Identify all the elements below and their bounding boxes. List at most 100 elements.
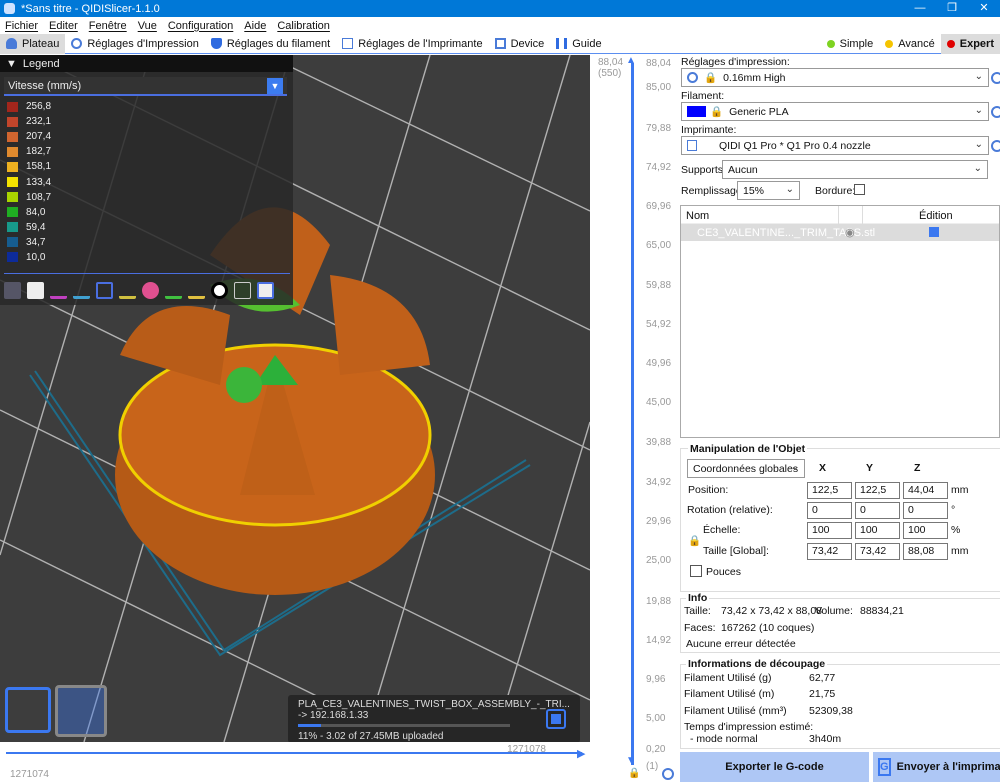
tab-print-settings[interactable]: Réglages d'Impression <box>65 34 205 54</box>
scale-x-field[interactable]: 100 <box>807 522 852 539</box>
layer-tick-label: 85,00 <box>646 82 672 93</box>
horizontal-slider[interactable]: 1271078 ▶ 1271074 <box>0 742 590 782</box>
maximize-button[interactable]: ❐ <box>936 0 968 17</box>
shells-icon[interactable] <box>234 282 251 299</box>
size-z-field[interactable]: 88,08 <box>903 543 948 560</box>
tab-guide[interactable]: Guide <box>550 34 607 54</box>
3d-view-button[interactable] <box>5 687 51 733</box>
legend-header[interactable]: ▼ Legend <box>0 55 293 72</box>
size-x-field[interactable]: 73,42 <box>807 543 852 560</box>
pause-icon[interactable] <box>165 282 182 299</box>
print-profile-select[interactable]: 🔒 0.16mm High ⌄ <box>681 68 989 87</box>
size-y-field[interactable]: 73,42 <box>855 543 900 560</box>
supports-select[interactable]: Aucun ⌄ <box>722 160 988 179</box>
tool-marker-icon[interactable] <box>257 282 274 299</box>
edit-print-profile-icon[interactable] <box>991 72 1000 84</box>
window-title: *Sans titre - QIDISlicer-1.1.0 <box>21 2 160 15</box>
legend-value: 59,4 <box>26 221 46 233</box>
legend-color-swatch <box>7 101 18 112</box>
edit-object-icon[interactable] <box>929 227 939 237</box>
tab-device[interactable]: Device <box>489 34 551 54</box>
upper-thumb[interactable]: ▲ <box>626 55 636 66</box>
title-bar: *Sans titre - QIDISlicer-1.1.0 — ❐ ✕ <box>0 0 1000 17</box>
menu-vue[interactable]: Vue <box>138 20 157 32</box>
lower-thumb[interactable]: ▼ <box>626 755 636 766</box>
filament-select[interactable]: 🔒 Generic PLA ⌄ <box>681 102 989 121</box>
brim-checkbox[interactable] <box>854 184 865 195</box>
scale-lock-icon[interactable]: 🔒 <box>688 534 701 547</box>
menu-calibration[interactable]: Calibration <box>277 20 330 32</box>
slider-thumb[interactable]: ▶ <box>577 747 585 760</box>
edit-printer-icon[interactable] <box>991 140 1000 152</box>
lock-icon[interactable]: 🔒 <box>628 768 640 779</box>
legend-item: 10,0 <box>0 250 293 265</box>
menu-fichier[interactable]: Fichier <box>5 20 38 32</box>
retractions-icon[interactable] <box>50 282 67 299</box>
send-to-printer-button[interactable]: GEnvoyer à l'imprimante <box>873 752 1000 782</box>
legend-color-swatch <box>7 131 18 142</box>
custom-gcode-icon[interactable] <box>188 282 205 299</box>
tab-filament-settings[interactable]: Réglages du filament <box>205 34 336 54</box>
wipe-icon[interactable] <box>27 282 44 299</box>
upload-notification: PLA_CE3_VALENTINES_TWIST_BOX_ASSEMBLY_-_… <box>288 695 580 743</box>
inches-checkbox[interactable] <box>690 565 702 577</box>
center-of-gravity-icon[interactable] <box>211 282 228 299</box>
legend-value: 256,8 <box>26 101 52 113</box>
tool-changes-icon[interactable] <box>119 282 136 299</box>
chevron-down-icon: ⌄ <box>974 71 983 82</box>
coordinate-system-select[interactable]: Coordonnées globales ⌄ <box>687 459 805 478</box>
legend-color-swatch <box>7 116 18 127</box>
position-y-field[interactable]: 122,5 <box>855 482 900 499</box>
edit-filament-icon[interactable] <box>991 106 1000 118</box>
position-z-field[interactable]: 44,04 <box>903 482 948 499</box>
legend-item: 232,1 <box>0 114 293 129</box>
lock-icon: 🔒 <box>704 72 718 84</box>
layer-tick-label: 59,88 <box>646 280 672 291</box>
minimize-button[interactable]: — <box>904 0 936 17</box>
guide-icon <box>556 38 568 49</box>
mode-expert[interactable]: Expert <box>940 34 1000 54</box>
rotation-x-field[interactable]: 0 <box>807 502 852 519</box>
legend-color-swatch <box>7 237 18 248</box>
tab-printer-settings[interactable]: Réglages de l'Imprimante <box>336 34 488 54</box>
menu-aide[interactable]: Aide <box>244 20 266 32</box>
scale-z-field[interactable]: 100 <box>903 522 948 539</box>
visibility-eye-icon[interactable]: ◉ <box>845 226 855 239</box>
infill-select[interactable]: 15% ⌄ <box>737 181 800 200</box>
menu-configuration[interactable]: Configuration <box>168 20 233 32</box>
close-button[interactable]: ✕ <box>968 0 1000 17</box>
color-changes-icon[interactable] <box>142 282 159 299</box>
printer-select[interactable]: QIDI Q1 Pro * Q1 Pro 0.4 nozzle ⌄ <box>681 136 989 155</box>
tab-plateau[interactable]: Plateau <box>0 33 66 54</box>
lock-icon: 🔒 <box>710 106 724 118</box>
legend-color-swatch <box>7 146 18 157</box>
view-type-select[interactable]: Vitesse (mm/s) ▼ <box>4 77 287 96</box>
device-icon <box>494 38 506 49</box>
legend-color-swatch <box>7 222 18 233</box>
legend-value: 34,7 <box>26 236 46 248</box>
seams-icon[interactable] <box>96 282 113 299</box>
mode-simple[interactable]: Simple <box>821 34 880 54</box>
rotation-y-field[interactable]: 0 <box>855 502 900 519</box>
deretractions-icon[interactable] <box>73 282 90 299</box>
chevron-down-icon: ⌄ <box>973 163 982 174</box>
menu-fenetre[interactable]: Fenêtre <box>89 20 127 32</box>
travel-icon[interactable] <box>4 282 21 299</box>
layer-tick-label: 49,96 <box>646 358 672 369</box>
layer-tick-label: 74,92 <box>646 162 672 173</box>
object-row[interactable]: CE3_VALENTINE..._TRIM_TABS.stl ◉ <box>681 224 999 241</box>
position-x-field[interactable]: 122,5 <box>807 482 852 499</box>
settings-gear-icon[interactable] <box>662 768 674 780</box>
layer-slider[interactable]: 88,04 (550) ▲ ▼ 88,04 85,00 79,88 74,92 69,9… <box>590 55 678 782</box>
menu-editer[interactable]: Editer <box>49 20 78 32</box>
preview-layers-button[interactable] <box>55 685 107 737</box>
layer-tick-label: 25,00 <box>646 555 672 566</box>
rotation-z-field[interactable]: 0 <box>903 502 948 519</box>
expert-dot-icon <box>946 40 955 48</box>
scale-y-field[interactable]: 100 <box>855 522 900 539</box>
mode-advanced[interactable]: Avancé <box>879 34 941 54</box>
export-gcode-button[interactable]: Exporter le G-code <box>680 752 869 782</box>
filament-color-swatch[interactable] <box>687 106 706 117</box>
layer-tick-label: 29,96 <box>646 516 672 527</box>
cancel-upload-button[interactable] <box>546 709 566 729</box>
